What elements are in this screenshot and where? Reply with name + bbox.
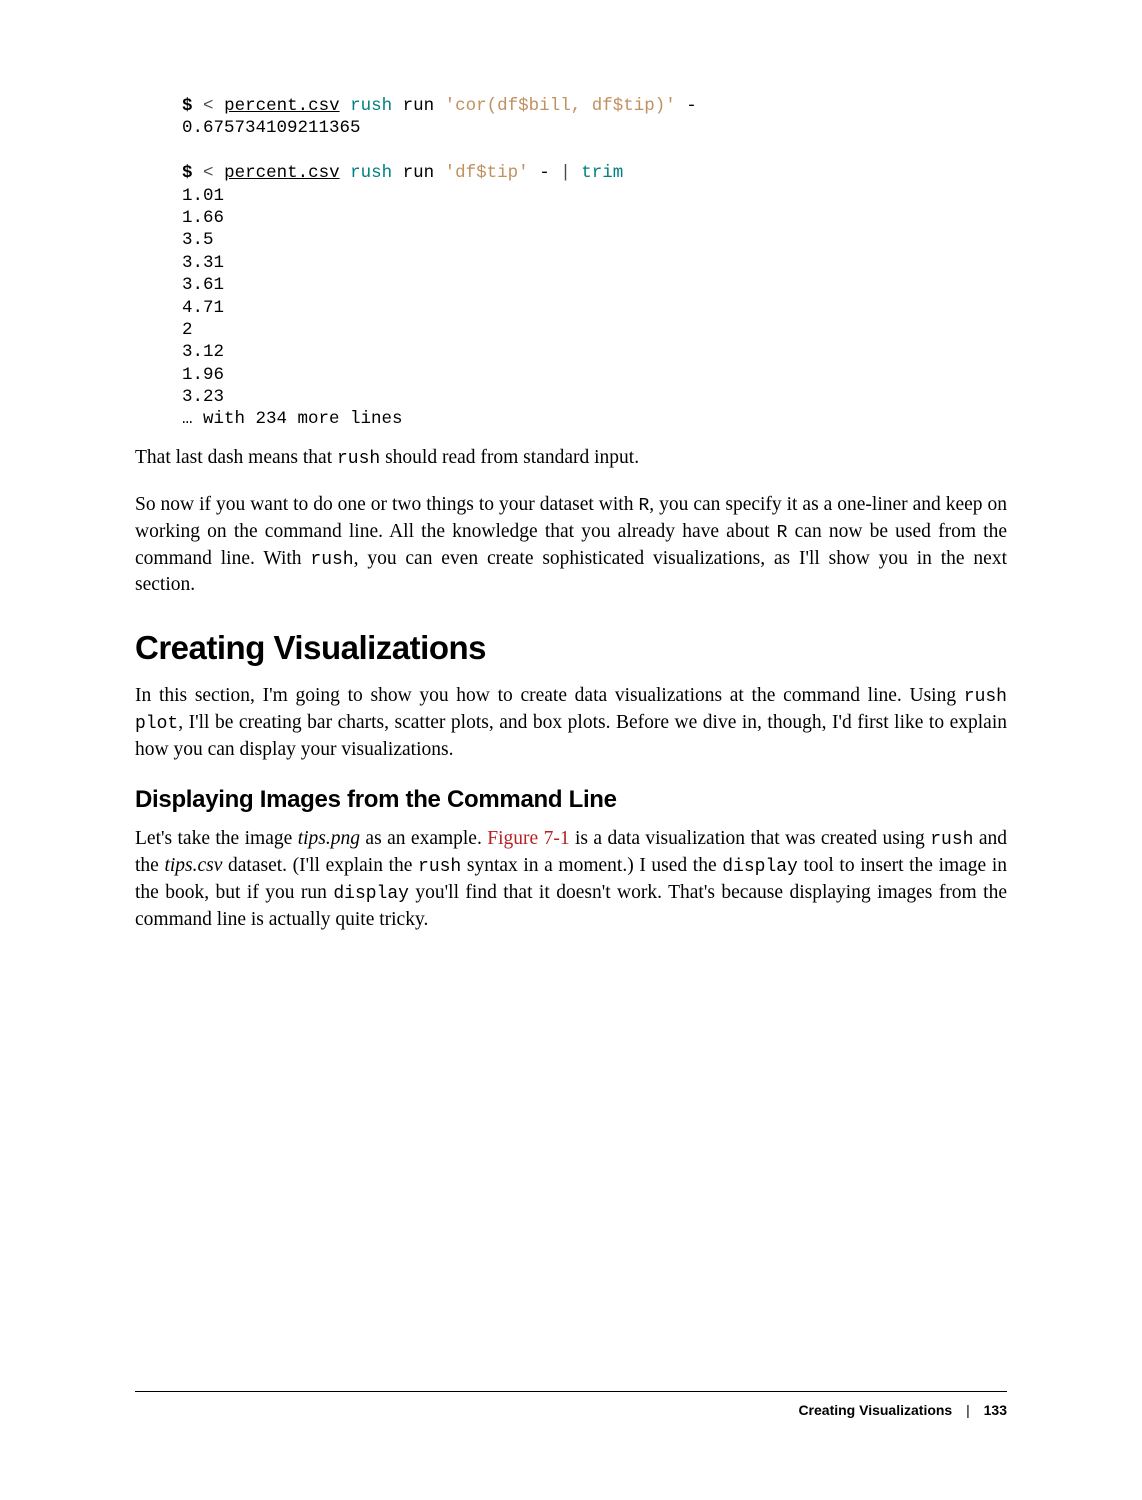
input-file: percent.csv (224, 163, 340, 183)
inline-code: R (777, 523, 788, 543)
paragraph: That last dash means that rush should re… (135, 445, 1007, 472)
output-line: 1.66 (182, 208, 224, 228)
cmd-run: run (403, 163, 435, 183)
output-more: … with 234 more lines (182, 409, 403, 429)
page-footer: Creating Visualizations | 133 (135, 1391, 1007, 1418)
footer-divider: | (966, 1402, 970, 1418)
italic-filename: tips.png (298, 828, 360, 849)
inline-code: display (722, 857, 798, 877)
output-value: 0.675734109211365 (182, 118, 361, 138)
figure-reference[interactable]: Figure 7-1 (487, 828, 569, 849)
paragraph: So now if you want to do one or two thin… (135, 492, 1007, 600)
paragraph: In this section, I'm going to show you h… (135, 683, 1007, 764)
shell-prompt: $ (182, 163, 193, 183)
inline-code: R (638, 496, 649, 516)
cmd-rush: rush (350, 163, 392, 183)
subsection-heading: Displaying Images from the Command Line (135, 786, 1007, 814)
inline-code: display (333, 884, 409, 904)
cmd-trim: trim (581, 163, 623, 183)
italic-filename: tips.csv (164, 855, 222, 876)
page-content: $ < percent.csv rush run 'cor(df$bill, d… (0, 0, 1142, 934)
output-line: 2 (182, 320, 193, 340)
footer-section-name: Creating Visualizations (798, 1402, 952, 1418)
dash-arg: - (539, 163, 550, 183)
code-block-1: $ < percent.csv rush run 'cor(df$bill, d… (182, 95, 1007, 431)
inline-code: rush (310, 550, 353, 570)
output-line: 3.61 (182, 275, 224, 295)
output-line: 3.5 (182, 230, 214, 250)
output-line: 1.01 (182, 186, 224, 206)
dash-arg: - (686, 96, 697, 116)
section-heading: Creating Visualizations (135, 629, 1007, 667)
pipe-op: | (560, 163, 571, 183)
output-line: 3.31 (182, 253, 224, 273)
inline-code: rush (418, 857, 461, 877)
output-line: 1.96 (182, 365, 224, 385)
output-line: 3.12 (182, 342, 224, 362)
cmd-rush: rush (350, 96, 392, 116)
paragraph: Let's take the image tips.png as an exam… (135, 826, 1007, 934)
redirect-op: < (203, 163, 214, 183)
shell-prompt: $ (182, 96, 193, 116)
output-line: 3.23 (182, 387, 224, 407)
inline-code: rush (930, 830, 973, 850)
r-expression: 'df$tip' (445, 163, 529, 183)
input-file: percent.csv (224, 96, 340, 116)
cmd-run: run (403, 96, 435, 116)
inline-code: rush (337, 449, 380, 469)
redirect-op: < (203, 96, 214, 116)
page-number: 133 (984, 1402, 1007, 1418)
r-expression: 'cor(df$bill, df$tip)' (445, 96, 676, 116)
output-line: 4.71 (182, 298, 224, 318)
